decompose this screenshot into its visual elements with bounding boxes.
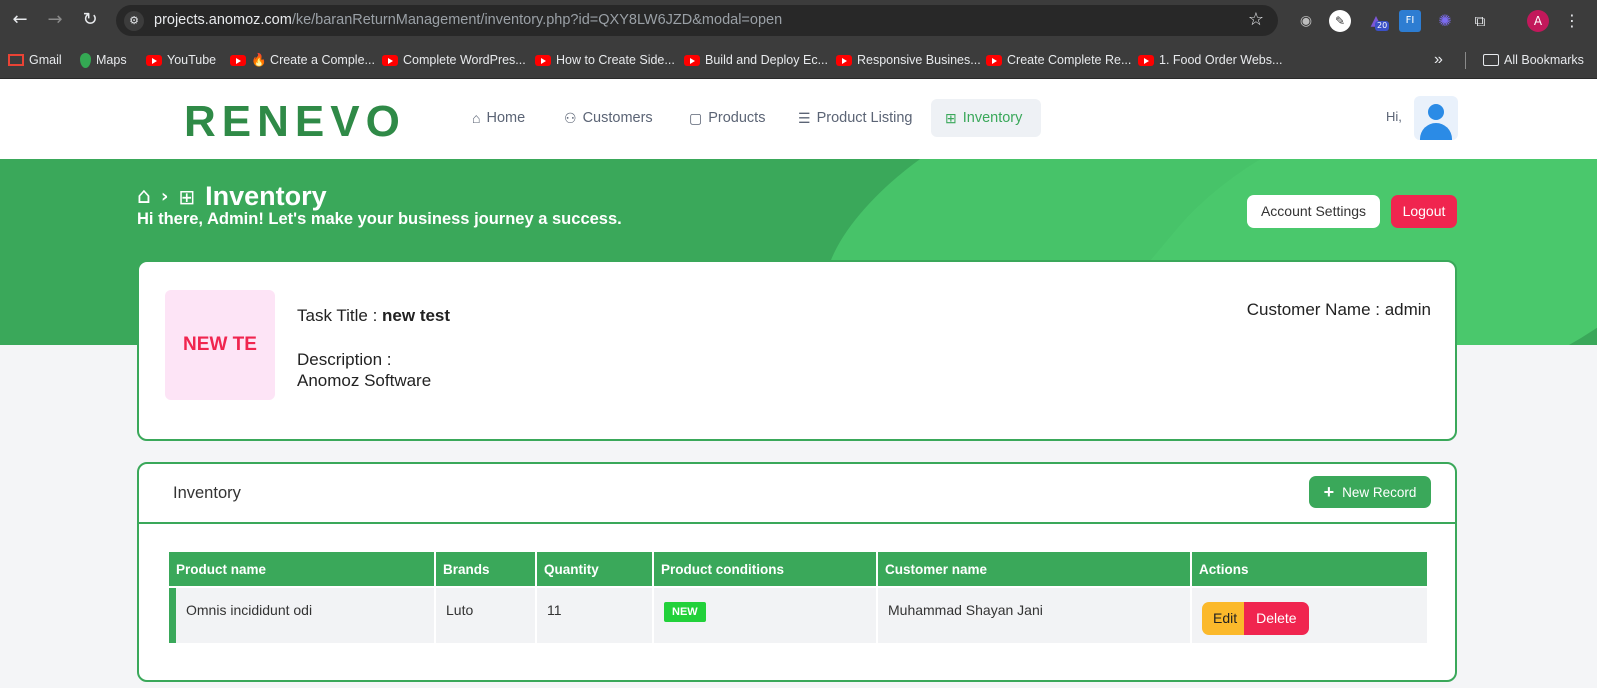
youtube-icon: [535, 54, 551, 66]
home-icon[interactable]: ⌂: [137, 184, 151, 209]
inventory-icon: ⊞: [178, 184, 196, 209]
inventory-card: Inventory + New Record Product name Bran…: [137, 462, 1457, 682]
bookmark-maps[interactable]: Maps: [80, 50, 127, 70]
column-header[interactable]: Quantity: [537, 552, 652, 586]
table-header-row: Product name Brands Quantity Product con…: [169, 552, 1427, 586]
folder-icon: [1483, 54, 1499, 66]
task-thumbnail: NEW TE: [165, 290, 275, 400]
task-title: Task Title : new test: [297, 306, 451, 325]
browser-toolbar: ← → ↻ ⚙ projects.anomoz.com/ke/baranRetu…: [0, 0, 1597, 41]
edit-button[interactable]: Edit: [1202, 602, 1249, 635]
url-text[interactable]: projects.anomoz.com/ke/baranReturnManage…: [154, 12, 782, 28]
nav-product-listing[interactable]: ☰ Product Listing: [784, 99, 926, 137]
youtube-icon: [836, 54, 852, 66]
fi-extension-icon[interactable]: FI: [1399, 10, 1421, 32]
bookmark-food-order[interactable]: 1. Food Order Webs...: [1138, 50, 1282, 70]
back-arrow-icon[interactable]: ←: [8, 8, 32, 32]
bookmarks-bar: Gmail Maps YouTube 🔥 Create a Comple... …: [0, 41, 1597, 79]
avatar-body: [1420, 123, 1452, 140]
condition-badge: NEW: [664, 602, 706, 622]
youtube-icon: [146, 54, 162, 66]
inventory-title: Inventory: [173, 484, 241, 502]
bookmark-gmail[interactable]: Gmail: [8, 50, 62, 70]
extension-badge: 20: [1375, 21, 1390, 31]
youtube-icon: [382, 54, 398, 66]
bookmark-how-to-create-side[interactable]: How to Create Side...: [535, 50, 675, 70]
pen-extension-icon[interactable]: ✎: [1329, 10, 1351, 32]
breadcrumb: ⌂ › ⊞ Inventory: [137, 181, 327, 212]
table-row: Omnis incididunt odi Luto 11 NEW Muhamma…: [169, 588, 1427, 643]
cell-product-name: Omnis incididunt odi: [169, 588, 434, 643]
column-header: Actions: [1192, 552, 1427, 586]
inventory-table: Product name Brands Quantity Product con…: [167, 550, 1429, 645]
youtube-icon: [230, 54, 246, 66]
all-bookmarks-button[interactable]: All Bookmarks: [1483, 50, 1584, 70]
nav-customers[interactable]: ⚇ Customers: [550, 99, 667, 137]
bookmark-star-icon[interactable]: ☆: [1248, 9, 1264, 30]
column-header[interactable]: Customer name: [878, 552, 1190, 586]
cell-quantity: 11: [537, 588, 652, 643]
extensions-puzzle-icon[interactable]: ⧉: [1469, 10, 1491, 32]
bookmark-responsive-busines[interactable]: Responsive Busines...: [836, 50, 981, 70]
account-settings-button[interactable]: Account Settings: [1247, 195, 1380, 228]
cell-condition: NEW: [654, 588, 876, 643]
address-bar[interactable]: ⚙ projects.anomoz.com/ke/baranReturnMana…: [116, 5, 1278, 36]
description-value: Anomoz Software: [297, 371, 432, 390]
nav-home[interactable]: ⌂ Home: [458, 99, 539, 137]
list-icon: ☰: [798, 109, 811, 126]
cell-customer-name: Muhammad Shayan Jani: [878, 588, 1190, 643]
nav-inventory[interactable]: ⊞ Inventory: [931, 99, 1041, 137]
customers-icon: ⚇: [564, 109, 577, 126]
logout-button[interactable]: Logout: [1391, 195, 1457, 228]
reload-icon[interactable]: ↻: [78, 8, 102, 32]
gear-extension-icon[interactable]: ✺: [1434, 10, 1456, 32]
more-bookmarks-button[interactable]: »: [1434, 50, 1443, 70]
maps-icon: [80, 52, 91, 68]
cell-actions: Edit Delete: [1192, 588, 1427, 643]
nav-products[interactable]: ▢ Products: [675, 99, 779, 137]
youtube-icon: [1138, 54, 1154, 66]
youtube-icon: [684, 54, 700, 66]
column-header[interactable]: Product name: [169, 552, 434, 586]
description-label: Description :: [297, 350, 392, 369]
task-title-value: new test: [382, 306, 451, 325]
page-title: Inventory: [205, 181, 327, 211]
customer-name: Customer Name : admin: [1246, 300, 1431, 319]
delete-button[interactable]: Delete: [1244, 602, 1309, 635]
bag-icon: ▢: [689, 109, 703, 126]
graduation-extension-icon[interactable]: ▲ 20: [1365, 10, 1390, 32]
site-info-icon[interactable]: ⚙: [124, 11, 144, 31]
youtube-icon: [986, 54, 1002, 66]
cell-brand: Luto: [436, 588, 535, 643]
profile-avatar[interactable]: A: [1527, 10, 1549, 32]
bookmark-build-and-deploy[interactable]: Build and Deploy Ec...: [684, 50, 828, 70]
column-header[interactable]: Brands: [436, 552, 535, 586]
bookmark-complete-wordpres[interactable]: Complete WordPres...: [382, 50, 526, 70]
home-icon: ⌂: [472, 110, 481, 126]
avatar-head: [1428, 104, 1444, 120]
app-header: RENEVO ⌂ Home ⚇ Customers ▢ Products ☰ P…: [0, 79, 1597, 159]
bookmark-create-a-comple[interactable]: 🔥 Create a Comple...: [230, 50, 375, 70]
inventory-icon: ⊞: [945, 109, 957, 126]
user-avatar[interactable]: [1414, 96, 1458, 140]
task-card: NEW TE Task Title : new test Description…: [137, 260, 1457, 441]
new-record-button[interactable]: + New Record: [1309, 476, 1431, 508]
welcome-message: Hi there, Admin! Let's make your busines…: [137, 210, 622, 228]
camera-icon[interactable]: ◉: [1295, 10, 1317, 32]
plus-icon: +: [1323, 482, 1335, 502]
kebab-menu-icon[interactable]: ⋮: [1561, 10, 1583, 32]
bookmarks-divider: [1465, 52, 1466, 69]
forward-arrow-icon[interactable]: →: [43, 8, 67, 32]
column-header[interactable]: Product conditions: [654, 552, 876, 586]
chevron-right-icon: ›: [160, 186, 169, 207]
renevo-logo[interactable]: RENEVO: [184, 97, 406, 147]
bookmark-create-complete-re[interactable]: Create Complete Re...: [986, 50, 1131, 70]
inventory-card-header: Inventory + New Record: [139, 464, 1455, 524]
greeting-text: Hi,: [1386, 109, 1402, 124]
gmail-icon: [8, 54, 24, 66]
bookmark-youtube[interactable]: YouTube: [146, 50, 216, 70]
